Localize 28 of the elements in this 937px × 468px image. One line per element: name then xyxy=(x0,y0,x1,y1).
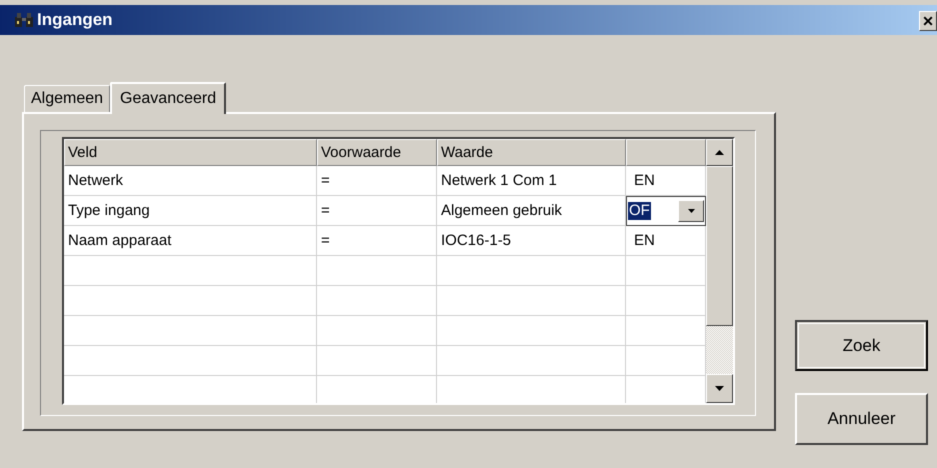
column-header-blank[interactable] xyxy=(626,139,706,166)
action-button[interactable]: Annuleer xyxy=(795,393,928,445)
table-cell: = xyxy=(317,166,437,196)
binoculars-icon xyxy=(14,12,34,28)
tab[interactable]: Algemeen xyxy=(24,85,110,112)
dropdown-field[interactable]: OF xyxy=(626,196,706,226)
up-arrow-icon xyxy=(715,150,724,155)
action-button[interactable]: Zoek xyxy=(795,320,928,371)
dropdown-button[interactable] xyxy=(678,200,704,222)
caret-icon xyxy=(688,209,694,213)
table-cell: Netwerk xyxy=(64,166,317,196)
column-header[interactable]: Voorwaarde xyxy=(317,139,437,166)
tab[interactable]: Geavanceerd xyxy=(110,82,226,114)
scrollbar[interactable] xyxy=(706,139,733,403)
window-title: Ingangen xyxy=(37,9,113,32)
table-cell: = xyxy=(317,226,437,256)
close-button[interactable]: × xyxy=(919,11,937,31)
down-arrow-icon xyxy=(715,386,724,391)
table-cell: Netwerk 1 Com 1 xyxy=(437,166,626,196)
scroll-thumb[interactable] xyxy=(706,166,733,326)
scroll-up-button[interactable] xyxy=(706,139,733,166)
table-cell: Naam apparaat xyxy=(64,226,317,256)
table-cell: = xyxy=(317,196,437,226)
column-header[interactable]: Veld xyxy=(64,139,317,166)
table-cell: IOC16-1-5 xyxy=(437,226,626,256)
column-header[interactable]: Waarde xyxy=(437,139,626,166)
table-cell: Type ingang xyxy=(64,196,317,226)
scroll-down-button[interactable] xyxy=(706,374,733,403)
